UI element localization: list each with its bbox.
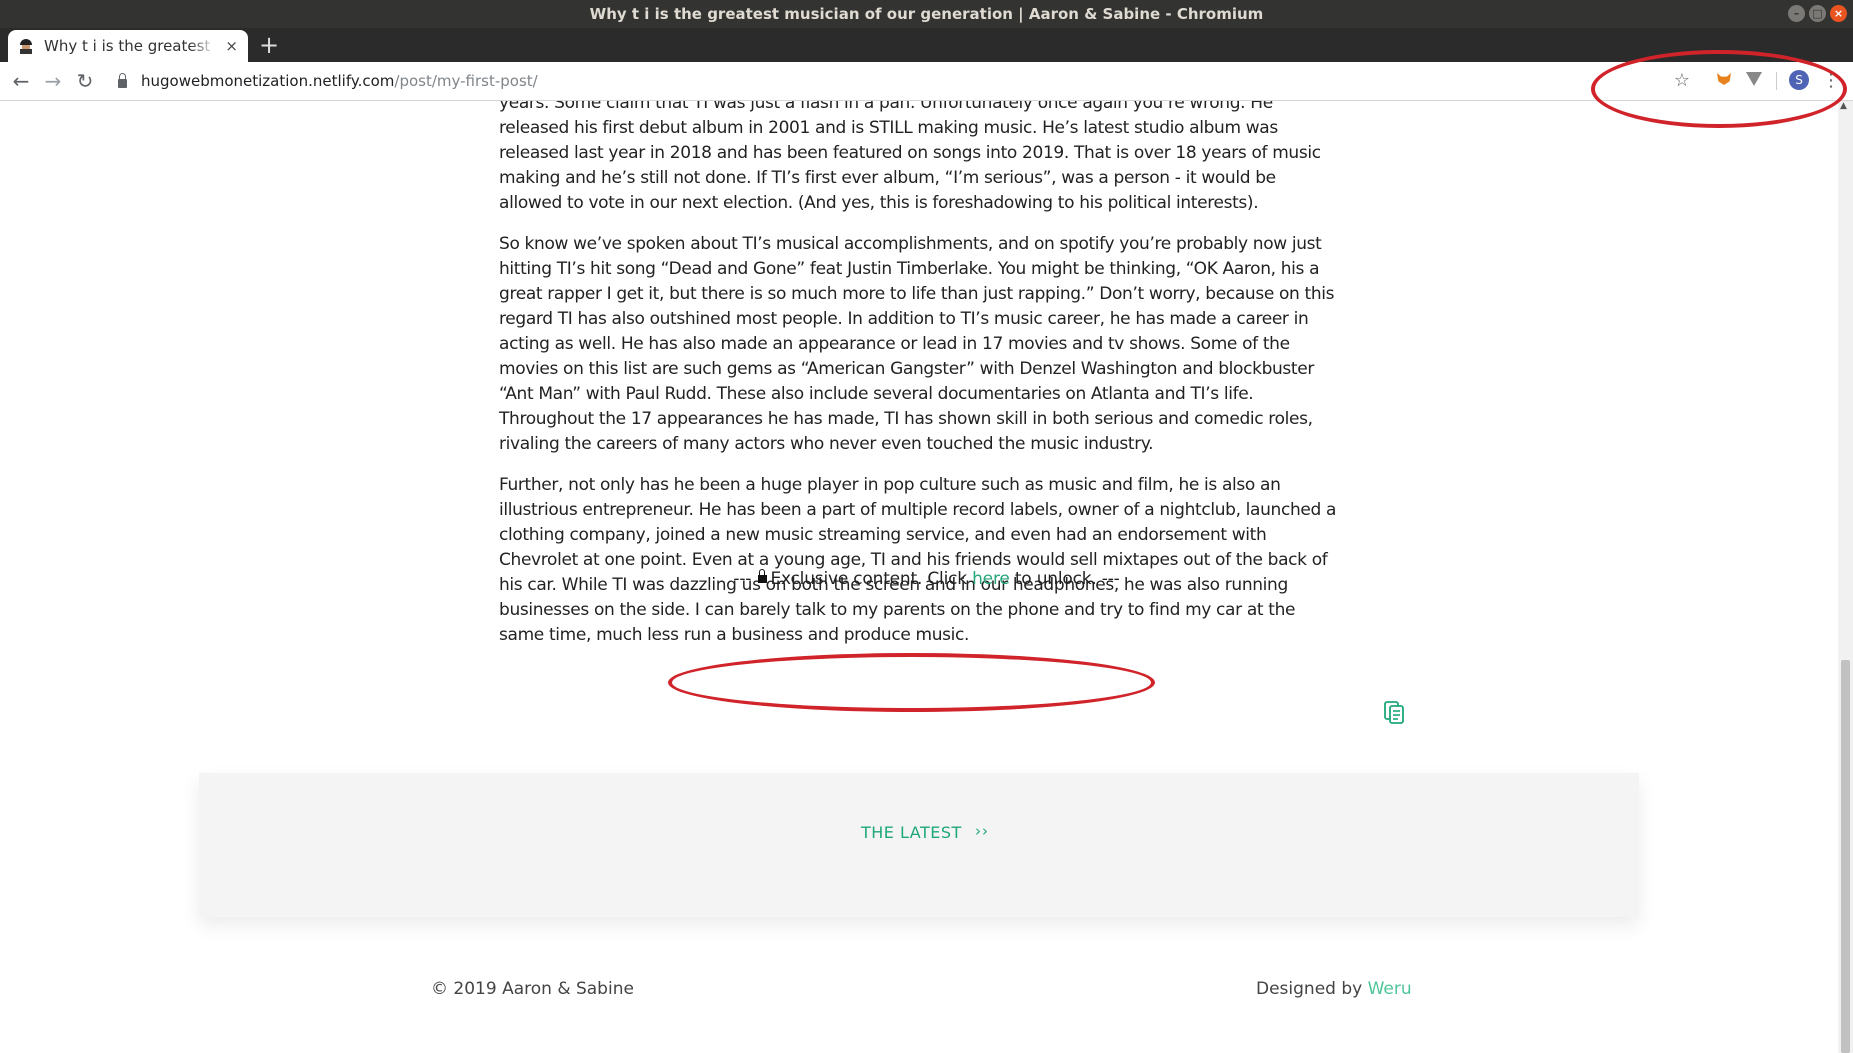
new-tab-button[interactable]: + <box>259 32 279 58</box>
article-paragraph: years. Some claim that TI was just a fla… <box>499 101 1321 213</box>
url-path: /post/my-first-post/ <box>394 72 538 90</box>
copy-document-icon[interactable] <box>1383 701 1405 725</box>
browser-toolbar: ← → ↻ hugowebmonetization.netlify.com/po… <box>0 62 1853 101</box>
exclusive-content-notice: --- Exclusive content. Click here to unl… <box>0 569 1853 589</box>
maximize-button[interactable]: □ <box>1809 5 1826 22</box>
window-title: Why t i is the greatest musician of our … <box>589 5 1264 23</box>
designer-link[interactable]: Weru <box>1368 979 1412 999</box>
close-window-button[interactable]: × <box>1830 5 1847 22</box>
site-favicon-icon <box>18 38 34 54</box>
reload-button[interactable]: ↻ <box>71 67 99 95</box>
padlock-icon <box>758 569 768 583</box>
designed-by-label: Designed by <box>1256 979 1363 999</box>
browser-tab[interactable]: Why t i is the greatest musician of our … <box>8 30 248 62</box>
scroll-up-arrow-icon[interactable]: ▲ <box>1840 101 1847 111</box>
article-paragraph: So know we’ve spoken about TI’s musical … <box>499 234 1335 454</box>
annotation-ring-extensions <box>1591 50 1847 128</box>
footer-credit: Designed by Weru <box>1256 979 1412 999</box>
tab-close-icon[interactable]: × <box>225 37 238 55</box>
latest-posts-panel <box>199 773 1639 917</box>
url-host: hugowebmonetization.netlify.com <box>141 72 395 90</box>
address-bar[interactable]: hugowebmonetization.netlify.com/post/my-… <box>118 69 538 93</box>
window-titlebar: Why t i is the greatest musician of our … <box>0 0 1853 28</box>
exclusive-prefix: --- <box>733 569 752 589</box>
the-latest-link[interactable]: THE LATEST <box>861 823 962 842</box>
double-chevron-right-icon[interactable]: ›› <box>975 822 989 840</box>
exclusive-text: Exclusive content. Click <box>770 569 967 589</box>
forward-button[interactable]: → <box>39 67 67 95</box>
back-button[interactable]: ← <box>7 67 35 95</box>
annotation-ring-exclusive <box>668 653 1155 712</box>
window-controls: – □ × <box>1788 5 1847 22</box>
scrollbar-thumb[interactable] <box>1841 660 1850 1053</box>
unlock-link[interactable]: here <box>972 569 1010 589</box>
tab-title: Why t i is the greatest musician of our … <box>44 37 216 55</box>
tab-strip: Why t i is the greatest musician of our … <box>0 28 1853 62</box>
footer-copyright: © 2019 Aaron & Sabine <box>431 979 634 999</box>
lock-icon <box>118 72 127 88</box>
minimize-button[interactable]: – <box>1788 5 1805 22</box>
article-paragraph: Further, not only has he been a huge pla… <box>499 475 1337 645</box>
exclusive-suffix: to unlock. --- <box>1014 569 1120 589</box>
